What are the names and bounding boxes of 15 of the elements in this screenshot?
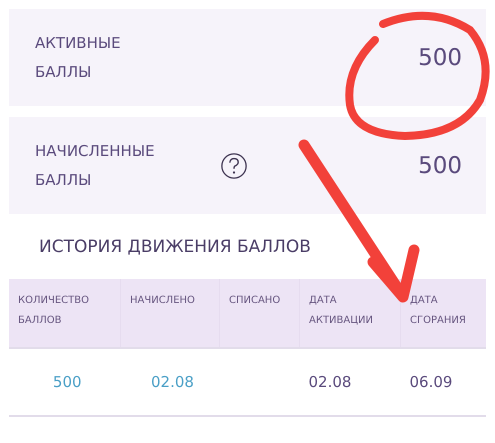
table-link[interactable]: 02.08 xyxy=(120,348,220,416)
column-header: СПИСАНО xyxy=(220,279,300,348)
column-header: НАЧИСЛЕНО xyxy=(120,279,220,348)
column-header: КОЛИЧЕСТВО БАЛЛОВ xyxy=(9,279,120,348)
table-cell: 02.08 xyxy=(300,348,400,416)
points-label: АКТИВНЫЕ БАЛЛЫ xyxy=(35,32,122,82)
column-header: ДАТА СГОРАНИЯ xyxy=(400,279,486,348)
points-value: 500 xyxy=(418,44,462,70)
points-label: НАЧИСЛЕННЫЕ БАЛЛЫ xyxy=(35,140,156,190)
section-title: ИСТОРИЯ ДВИЖЕНИЯ БАЛЛОВ xyxy=(39,237,312,257)
column-header: ДАТА АКТИВАЦИИ xyxy=(300,279,400,348)
table-link[interactable]: 500 xyxy=(9,348,120,416)
points-value: 500 xyxy=(418,152,462,178)
table-cell: 06.09 xyxy=(400,348,486,416)
help-icon[interactable] xyxy=(220,152,248,180)
